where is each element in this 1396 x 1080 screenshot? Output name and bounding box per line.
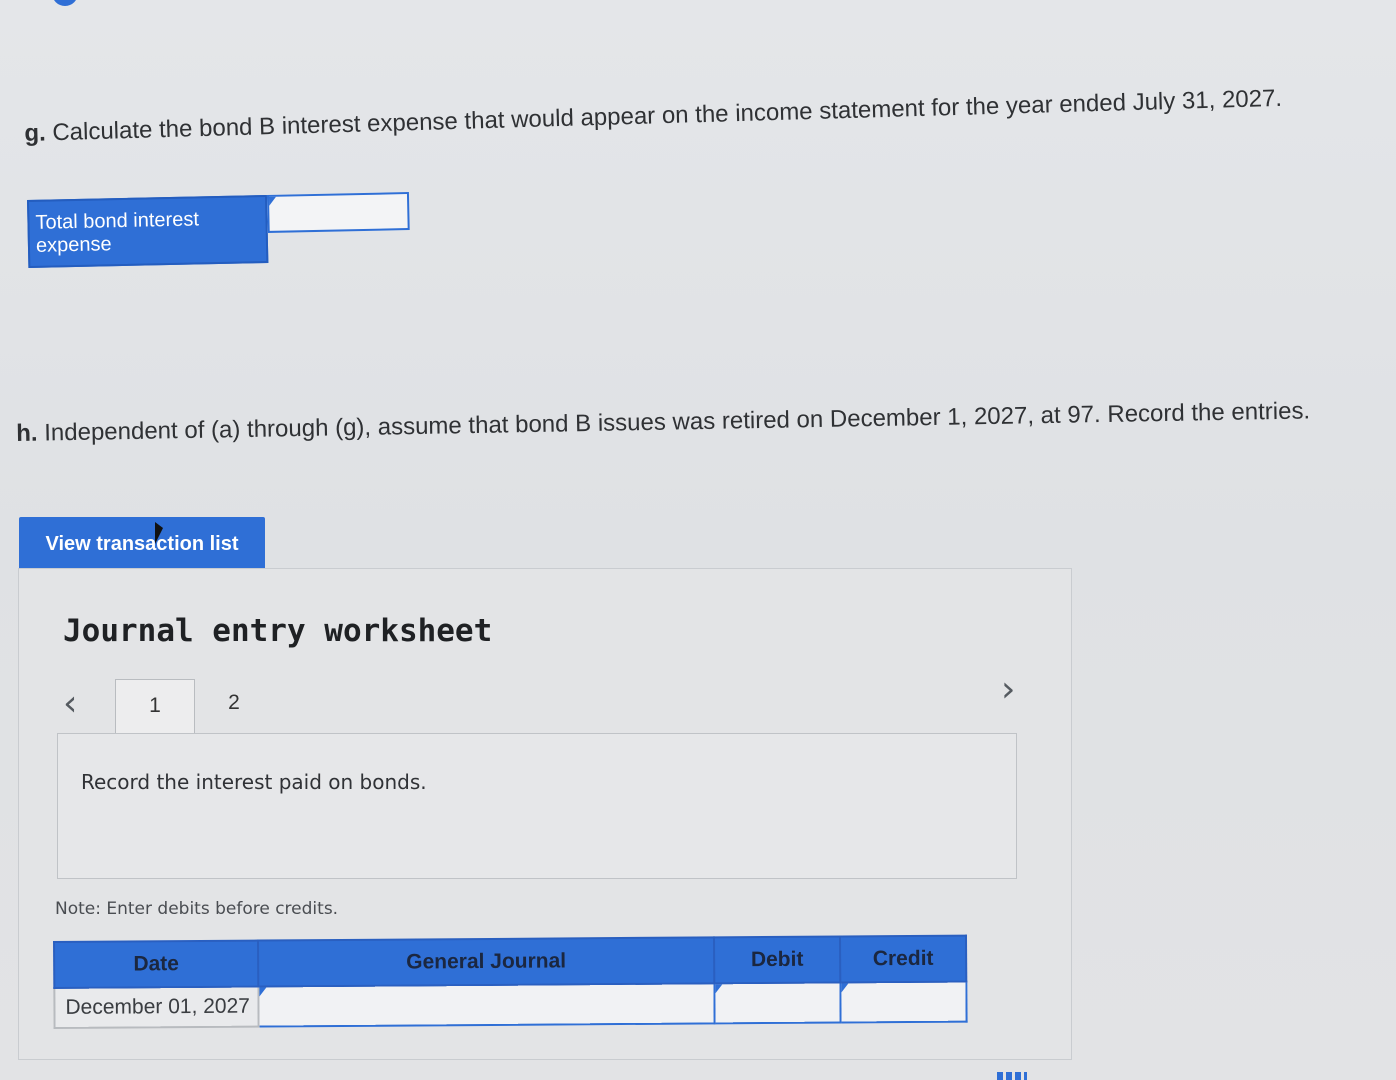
question-h-text: Independent of (a) through (g), assume t…: [43, 397, 1311, 447]
header-debit: Debit: [713, 936, 841, 984]
question-h-letter: h.: [16, 419, 38, 447]
answer-g-row: Total bond interest expense: [27, 192, 410, 268]
mouse-cursor-icon: [155, 522, 163, 544]
chevron-right-icon[interactable]: ›: [1001, 669, 1015, 710]
input-marker-icon: [268, 196, 277, 206]
input-marker-icon: [259, 987, 267, 997]
total-interest-expense-label: Total bond interest expense: [27, 194, 269, 268]
journal-header-row: Date General Journal Debit Credit: [54, 935, 967, 988]
credit-input[interactable]: [840, 981, 967, 1023]
debit-input[interactable]: [714, 982, 841, 1024]
total-interest-expense-input[interactable]: [266, 192, 410, 233]
input-marker-icon: [841, 983, 849, 993]
debits-note: Note: Enter debits before credits.: [55, 899, 339, 919]
entry-description-box: Record the interest paid on bonds.: [57, 733, 1017, 879]
chevron-left-icon[interactable]: ‹: [63, 683, 77, 724]
view-transaction-list-button[interactable]: View transaction list: [19, 517, 265, 571]
question-g: g. Calculate the bond B interest expense…: [24, 85, 1282, 148]
table-row: December 01, 2027: [54, 981, 967, 1028]
question-g-text: Calculate the bond B interest expense th…: [51, 84, 1283, 147]
question-g-letter: g.: [24, 119, 47, 147]
top-progress-indicator: [52, 0, 78, 6]
general-journal-select[interactable]: [258, 983, 715, 1027]
header-credit: Credit: [839, 935, 967, 983]
tab-2[interactable]: 2: [209, 679, 259, 729]
worksheet-title: Journal entry worksheet: [63, 613, 493, 649]
question-h: h. Independent of (a) through (g), assum…: [16, 397, 1310, 448]
date-cell: December 01, 2027: [54, 986, 259, 1028]
scroll-indicator-icon: [997, 1072, 1027, 1080]
input-marker-icon: [715, 984, 723, 994]
header-date: Date: [54, 940, 259, 988]
journal-entry-worksheet: Journal entry worksheet ‹ 1 2 › Record t…: [18, 568, 1072, 1060]
entry-description: Record the interest paid on bonds.: [81, 770, 427, 794]
header-general-journal: General Journal: [258, 937, 715, 987]
journal-table: Date General Journal Debit Credit Decemb…: [53, 935, 968, 1029]
